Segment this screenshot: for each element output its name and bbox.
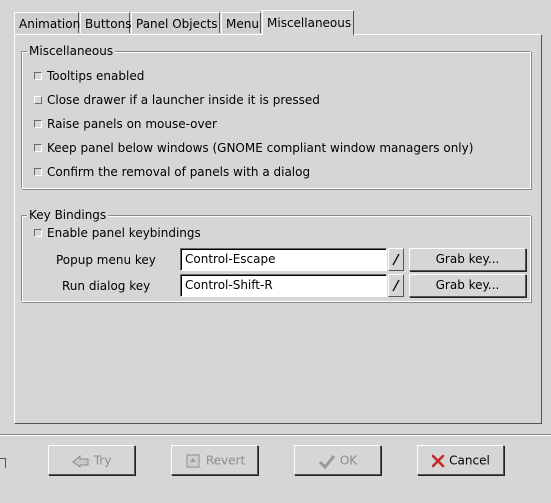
miscellaneous-frame-title: Miscellaneous xyxy=(27,44,116,58)
checkbox-label: Raise panels on mouse-over xyxy=(47,117,217,131)
checkbox-indicator[interactable] xyxy=(34,168,42,176)
slash-icon xyxy=(392,253,400,266)
popup-key-pick-button[interactable] xyxy=(388,248,404,271)
run-dialog-key-label: Run dialog key xyxy=(62,279,151,293)
revert-label: Revert xyxy=(205,453,246,468)
checkbox-indicator[interactable] xyxy=(34,96,42,104)
ok-button[interactable]: OK xyxy=(294,445,381,475)
try-label: Try xyxy=(93,453,112,468)
notebook-page: Miscellaneous Tooltips enabled Close dra… xyxy=(14,34,542,424)
run-grab-key-button[interactable]: Grab key... xyxy=(409,274,526,297)
cancel-x-icon xyxy=(431,454,445,467)
slash-icon xyxy=(392,279,400,292)
try-button[interactable]: Try xyxy=(48,445,135,475)
try-arrow-icon xyxy=(71,454,89,468)
checkbox-label: Close drawer if a launcher inside it is … xyxy=(47,93,320,107)
revert-icon xyxy=(186,454,200,467)
run-dialog-key-input[interactable]: Control-Shift-R xyxy=(180,274,387,297)
popup-menu-key-input[interactable]: Control-Escape xyxy=(180,248,387,271)
key-bindings-frame-title: Key Bindings xyxy=(27,208,109,222)
ok-label: OK xyxy=(339,453,358,468)
tab-menu[interactable]: Menu xyxy=(221,12,261,33)
checkbox-label: Enable panel keybindings xyxy=(47,226,201,240)
grab-key-label: Grab key... xyxy=(435,252,500,266)
run-key-pick-button[interactable] xyxy=(388,274,404,297)
checkbox-indicator[interactable] xyxy=(34,144,42,152)
dialog-separator xyxy=(0,434,551,436)
checkbox-label: Keep panel below windows (GNOME complian… xyxy=(47,141,474,155)
grab-key-label: Grab key... xyxy=(435,278,500,292)
tab-panel-objects[interactable]: Panel Objects xyxy=(131,12,220,33)
checkbox-indicator[interactable] xyxy=(34,229,42,237)
cancel-button[interactable]: Cancel xyxy=(417,445,504,475)
popup-grab-key-button[interactable]: Grab key... xyxy=(409,248,526,271)
tab-buttons[interactable]: Buttons xyxy=(80,12,131,33)
tab-miscellaneous[interactable]: Miscellaneous xyxy=(262,10,354,35)
checkbox-indicator[interactable] xyxy=(34,120,42,128)
window-edge-marker xyxy=(0,458,6,468)
ok-checkmark-icon xyxy=(318,454,335,469)
checkbox-label: Tooltips enabled xyxy=(47,69,145,83)
checkbox-label: Confirm the removal of panels with a dia… xyxy=(47,165,311,179)
cancel-label: Cancel xyxy=(449,453,490,468)
popup-menu-key-label: Popup menu key xyxy=(56,253,156,267)
checkbox-indicator[interactable] xyxy=(34,72,42,80)
revert-button[interactable]: Revert xyxy=(171,445,258,475)
tab-animation[interactable]: Animation xyxy=(14,12,80,33)
